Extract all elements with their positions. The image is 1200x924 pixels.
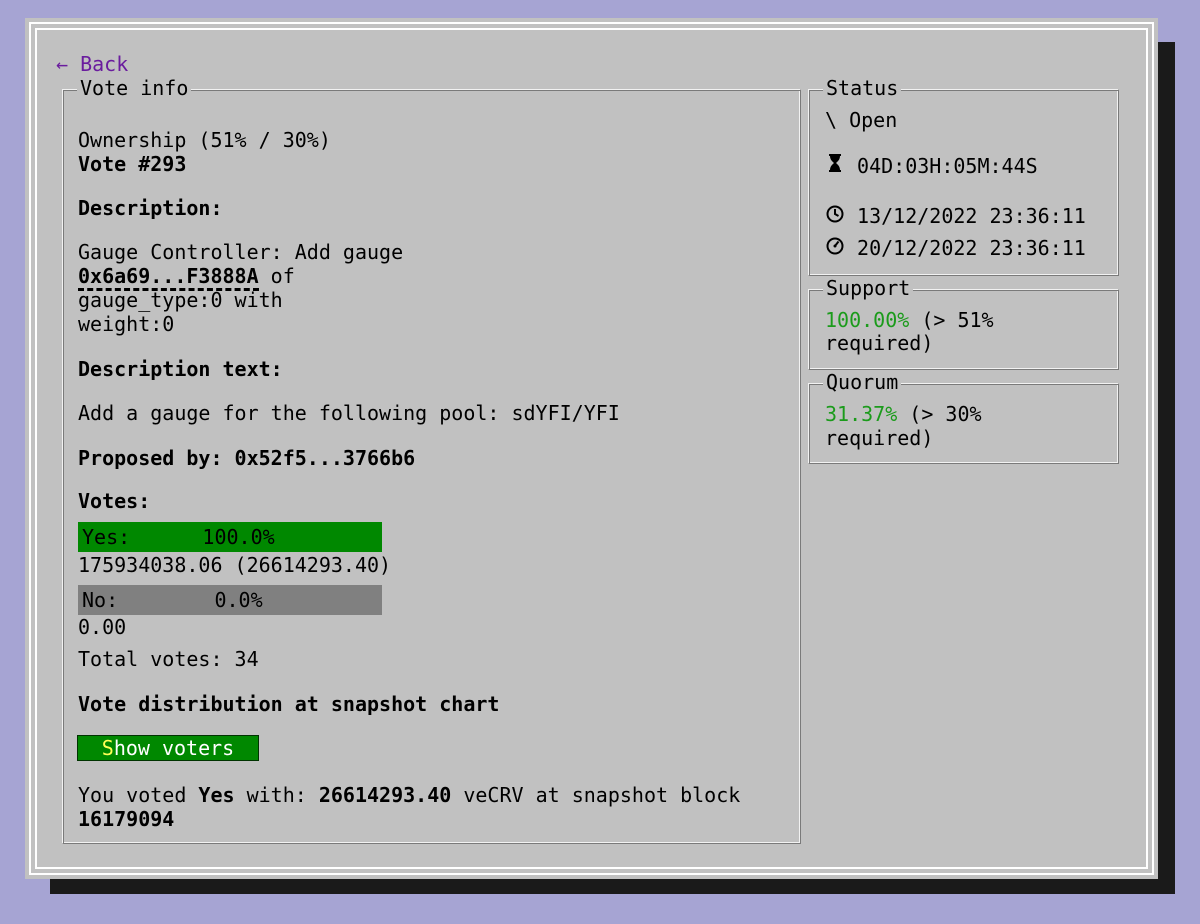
quorum-value: 31.37% xyxy=(825,402,898,426)
vote-number: Vote #293 xyxy=(78,152,187,176)
no-vote-bar: No: 0.0% xyxy=(78,585,382,615)
proposer-address-link[interactable]: 0x52f5...3766b6 xyxy=(235,446,416,470)
arrow-left-icon: ← xyxy=(56,52,69,76)
description-text-heading: Description text: xyxy=(78,357,283,381)
show-voters-hotkey: S xyxy=(101,736,114,760)
description-line-4: weight:0 xyxy=(78,312,175,336)
support-value-line: 100.00% (> 51% xyxy=(825,308,994,332)
start-time-value: 13/12/2022 23:36:11 xyxy=(857,204,1086,228)
main-panel: ← Back Vote info Ownership (51% / 30%) V… xyxy=(25,18,1158,879)
you-voted-suffix: veCRV at snapshot block xyxy=(451,783,741,807)
description-heading: Description: xyxy=(78,196,223,220)
status-state: \ Open xyxy=(825,108,897,132)
yes-label: Yes: xyxy=(82,525,131,549)
show-voters-label: how voters xyxy=(113,736,235,760)
countdown-value: 04D:03H:05M:44S xyxy=(857,154,1038,178)
you-voted-with: with: xyxy=(234,783,319,807)
quorum-legend: Quorum xyxy=(823,370,902,394)
support-value: 100.00% xyxy=(825,308,910,332)
no-amount: 0.00 xyxy=(78,615,127,639)
ownership-text: Ownership (51% / 30%) xyxy=(78,128,331,152)
quorum-requirement-line-2: required) xyxy=(825,426,934,450)
yes-percent: 100.0% xyxy=(202,525,275,549)
total-votes: Total votes: 34 xyxy=(78,647,259,671)
vote-distribution-chart-link[interactable]: Vote distribution at snapshot chart xyxy=(78,692,499,716)
you-voted-line: You voted Yes with: 26614293.40 veCRV at… xyxy=(78,783,740,807)
proposed-by-label: Proposed by: xyxy=(78,446,235,470)
description-line-1: Gauge Controller: Add gauge xyxy=(78,240,404,264)
gauge-icon xyxy=(825,236,845,260)
you-voted-choice: Yes xyxy=(198,783,235,807)
description-line-3: gauge_type:0 with xyxy=(78,288,283,312)
support-legend: Support xyxy=(823,276,914,300)
yes-vote-bar: Yes: 100.0% xyxy=(78,522,382,552)
yes-amount: 175934038.06 (26614293.40) xyxy=(78,553,392,577)
back-link[interactable]: ← Back xyxy=(56,52,128,76)
status-start-time: 13/12/2022 23:36:11 xyxy=(825,204,1086,228)
support-requirement-line-2: required) xyxy=(825,331,934,355)
gauge-address-link[interactable]: 0x6a69...F3888A xyxy=(78,264,259,291)
quorum-requirement: (> 30% xyxy=(897,402,982,426)
proposed-by: Proposed by: 0x52f5...3766b6 xyxy=(78,446,415,470)
vote-info-legend: Vote info xyxy=(77,76,192,100)
you-voted-prefix: You voted xyxy=(78,783,199,807)
clock-icon xyxy=(825,204,845,228)
you-voted-amount: 26614293.40 xyxy=(318,783,452,807)
votes-heading: Votes: xyxy=(78,489,151,513)
status-legend: Status xyxy=(823,76,902,100)
snapshot-block: 16179094 xyxy=(78,807,175,831)
status-countdown: 04D:03H:05M:44S xyxy=(825,153,1038,178)
no-percent: 0.0% xyxy=(214,588,263,612)
support-requirement: (> 51% xyxy=(909,308,994,332)
spinner-icon: \ xyxy=(825,108,838,132)
show-voters-button[interactable]: Show voters xyxy=(77,735,259,761)
description-text: Add a gauge for the following pool: sdYF… xyxy=(78,401,620,425)
quorum-value-line: 31.37% (> 30% xyxy=(825,402,982,426)
description-line-2: 0x6a69...F3888A of xyxy=(78,264,295,291)
end-time-value: 20/12/2022 23:36:11 xyxy=(857,236,1086,260)
no-label: No: xyxy=(82,588,119,612)
status-state-label: Open xyxy=(849,108,898,132)
description-of: of xyxy=(258,264,295,288)
hourglass-icon xyxy=(825,153,845,178)
back-label: Back xyxy=(80,52,129,76)
status-end-time: 20/12/2022 23:36:11 xyxy=(825,236,1086,260)
